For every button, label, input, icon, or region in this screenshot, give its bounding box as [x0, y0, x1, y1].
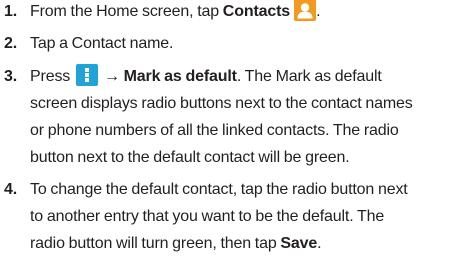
step-text-end: . [316, 3, 321, 20]
step-text: Press [30, 68, 71, 85]
instruction-steps: 1. From the Home screen, tap Contacts. 2.… [0, 0, 471, 257]
step-text-line3: or phone numbers of all the linked conta… [30, 122, 399, 139]
step-1: 1. From the Home screen, tap Contacts. [0, 0, 471, 25]
arrow-glyph: → [103, 68, 120, 85]
save-label: Save [280, 235, 318, 252]
mark-as-default-label: Mark as default [123, 68, 237, 85]
step-text-line2: to another entry that you want to be the… [30, 208, 385, 225]
step-number: 2. [4, 35, 18, 52]
step-text: From the Home screen, tap [30, 3, 223, 20]
contacts-app-icon [294, 0, 317, 21]
step-text-line1-end: . The Mark as default [236, 68, 382, 85]
step-number: 4. [4, 181, 18, 198]
step-number: 1. [4, 3, 18, 20]
step-number: 3. [4, 68, 18, 85]
step-4: 4. To change the default contact, tap the… [0, 176, 471, 257]
step-text-line1: To change the default contact, tap the r… [30, 181, 408, 198]
step-3: 3. Press → Mark as default. The Mark as d… [0, 63, 471, 171]
step-text: Tap a Contact name. [30, 35, 174, 52]
step-text-line3: radio button will turn green, then tap [30, 235, 281, 252]
contacts-label: Contacts [222, 3, 291, 20]
menu-icon [75, 64, 98, 86]
step-text-line4: button next to the default contact will … [30, 149, 350, 166]
step-text-line3-end: . [317, 235, 322, 252]
step-2: 2. Tap a Contact name. [0, 30, 471, 57]
step-text-line2: screen displays radio buttons next to th… [30, 95, 413, 112]
